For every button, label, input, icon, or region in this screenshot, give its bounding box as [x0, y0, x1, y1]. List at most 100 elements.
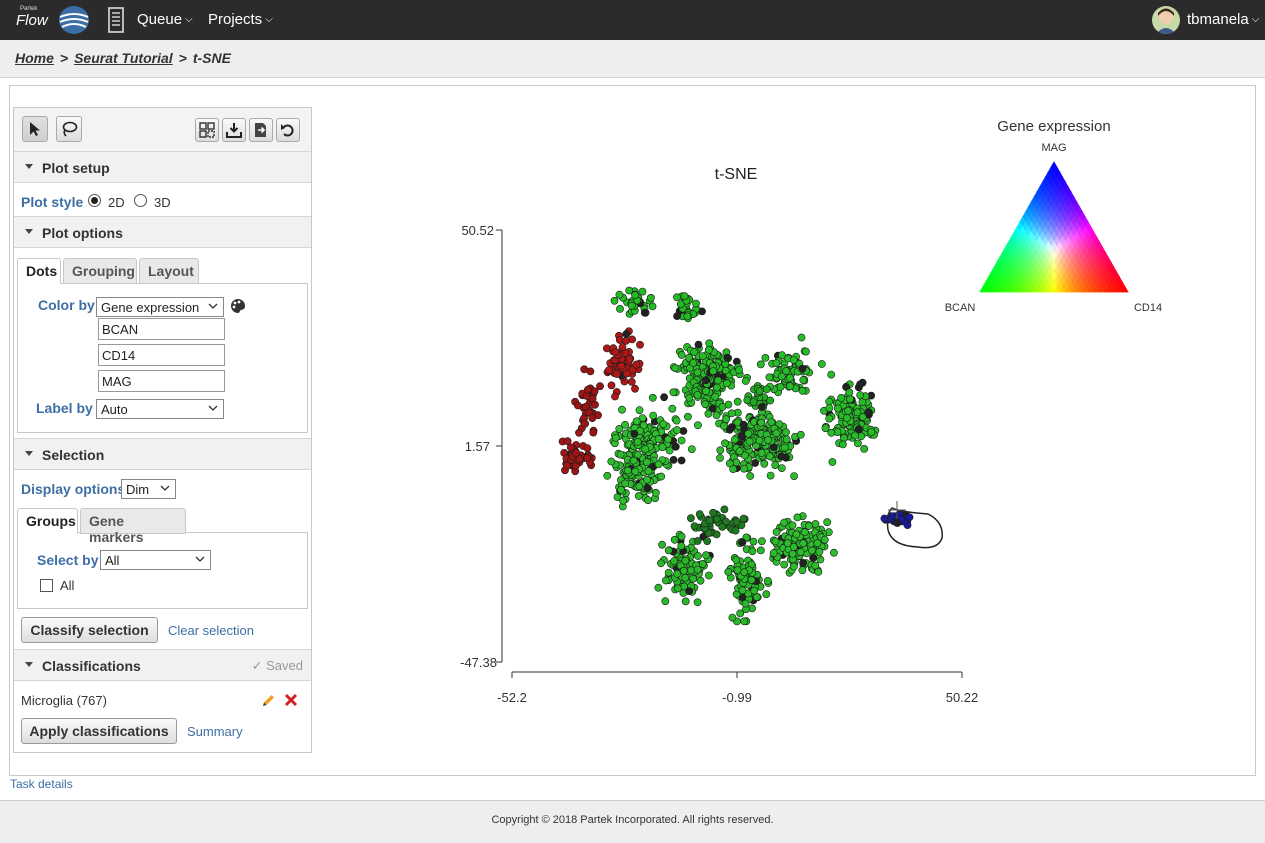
tab-grouping[interactable]: Grouping [63, 258, 137, 284]
scatter-point [677, 351, 686, 359]
pointer-tool-button[interactable] [22, 116, 48, 142]
summary-link[interactable]: Summary [187, 724, 243, 739]
scatter-point [703, 537, 712, 545]
scatter-point [788, 521, 797, 530]
download-button[interactable] [222, 118, 246, 142]
plot-style-2d-radio[interactable] [88, 194, 101, 207]
projects-menu[interactable]: Projects ⌵ [208, 11, 273, 28]
scatter-point [844, 406, 853, 415]
scatter-point [702, 387, 710, 395]
tab-groups[interactable]: Groups [17, 508, 78, 534]
scatter-point [712, 383, 721, 392]
clear-selection-link[interactable]: Clear selection [168, 623, 254, 638]
classifications-header[interactable]: Classifications ✓ Saved [14, 649, 311, 681]
y-tick-label: -47.38 [460, 655, 497, 670]
scatter-point [644, 467, 653, 475]
delete-x-icon[interactable] [284, 693, 298, 707]
copyright-text: Copyright © 2018 Partek Incorporated. Al… [491, 814, 774, 826]
scatter-point [563, 437, 572, 446]
gene-input-2[interactable]: CD14 [98, 344, 225, 366]
display-options-label: Display options [21, 481, 126, 497]
scatter-point [616, 450, 625, 459]
scatter-point [740, 568, 749, 577]
color-by-select[interactable]: Gene expression [96, 297, 224, 317]
collapse-caret-icon [25, 662, 33, 667]
palette-icon[interactable] [230, 298, 246, 314]
scatter-point [660, 393, 668, 402]
gene-expression-legend: Gene expression MAG BCAN CD14 [945, 118, 1162, 314]
scatter-point [811, 520, 820, 528]
gene-input-3[interactable]: MAG [98, 370, 225, 392]
export-icon [255, 123, 266, 137]
scatter-point [677, 532, 686, 541]
scatter-point [739, 420, 748, 429]
scatter-point [664, 568, 673, 577]
breadcrumb-project[interactable]: Seurat Tutorial [74, 50, 173, 66]
plot-style-3d-radio[interactable] [134, 194, 147, 207]
scatter-point [635, 482, 644, 491]
apply-classifications-button[interactable]: Apply classifications [21, 718, 177, 744]
tab-layout-label: Layout [148, 263, 194, 279]
scatter-point [591, 400, 599, 409]
avatar[interactable] [1152, 6, 1180, 34]
scatter-point [617, 485, 625, 494]
select-grid-button[interactable] [195, 118, 219, 142]
all-checkbox[interactable] [40, 579, 53, 592]
scatter-point [643, 475, 651, 484]
scatter-point [705, 516, 714, 525]
tab-gene-markers[interactable]: Gene markers [80, 508, 186, 545]
scatter-point [654, 583, 663, 592]
export-button[interactable] [249, 118, 273, 142]
scatter-point [668, 404, 677, 413]
scatter-point [611, 392, 619, 401]
scatter-point [657, 472, 666, 481]
scatter-point [789, 562, 798, 571]
label-by-label: Label by [36, 400, 93, 416]
scatter-point [693, 565, 702, 574]
plot-options-title: Plot options [42, 225, 123, 241]
selection-header[interactable]: Selection [14, 438, 311, 470]
scatter-point [635, 406, 644, 415]
user-menu[interactable]: tbmanela ⌵ [1187, 11, 1259, 28]
partek-flow-logo[interactable]: Partek Flow [14, 4, 92, 36]
scatter-point [811, 561, 820, 570]
scatter-point [867, 428, 876, 437]
tab-dots-label: Dots [26, 263, 58, 279]
scatter-point [664, 546, 673, 555]
plot-options-header[interactable]: Plot options [14, 216, 311, 248]
scatter-point [735, 447, 744, 456]
scatter-point [814, 567, 823, 576]
scatter-point [813, 539, 822, 548]
label-by-select[interactable]: Auto [96, 399, 224, 419]
tsne-plot[interactable]: t-SNE 50.52 1.57 -47.38 -52.2 -0.99 50.2… [430, 110, 1190, 720]
scatter-point [858, 412, 867, 421]
lasso-tool-button[interactable] [56, 116, 82, 142]
scatter-point [685, 393, 694, 402]
gene-input-1[interactable]: BCAN [98, 318, 225, 340]
classify-selection-button[interactable]: Classify selection [21, 617, 158, 643]
scatter-point [665, 446, 674, 455]
select-by-select[interactable]: All [100, 550, 211, 570]
scatter-point [588, 414, 597, 422]
display-options-select[interactable]: Dim [121, 479, 176, 499]
plot-setup-header[interactable]: Plot setup [14, 151, 311, 183]
download-icon [226, 123, 242, 138]
collapse-caret-icon [25, 164, 33, 169]
legend-right-label: CD14 [1134, 302, 1162, 314]
scatter-point [820, 535, 829, 544]
tab-dots[interactable]: Dots [17, 258, 61, 284]
undo-button[interactable] [276, 118, 300, 142]
scatter-point [681, 597, 690, 606]
tab-layout[interactable]: Layout [139, 258, 199, 284]
scatter-point [664, 435, 672, 444]
server-icon[interactable] [108, 7, 124, 33]
queue-menu[interactable]: Queue ⌵ [137, 11, 193, 28]
task-details-link[interactable]: Task details [10, 777, 73, 791]
scatter-point [817, 360, 826, 368]
scatter-point [661, 597, 670, 606]
breadcrumb-home[interactable]: Home [15, 50, 54, 66]
scatter-point [702, 551, 710, 560]
scatter-point [860, 444, 869, 453]
scatter-point [648, 302, 657, 311]
pencil-edit-icon[interactable] [261, 693, 276, 708]
